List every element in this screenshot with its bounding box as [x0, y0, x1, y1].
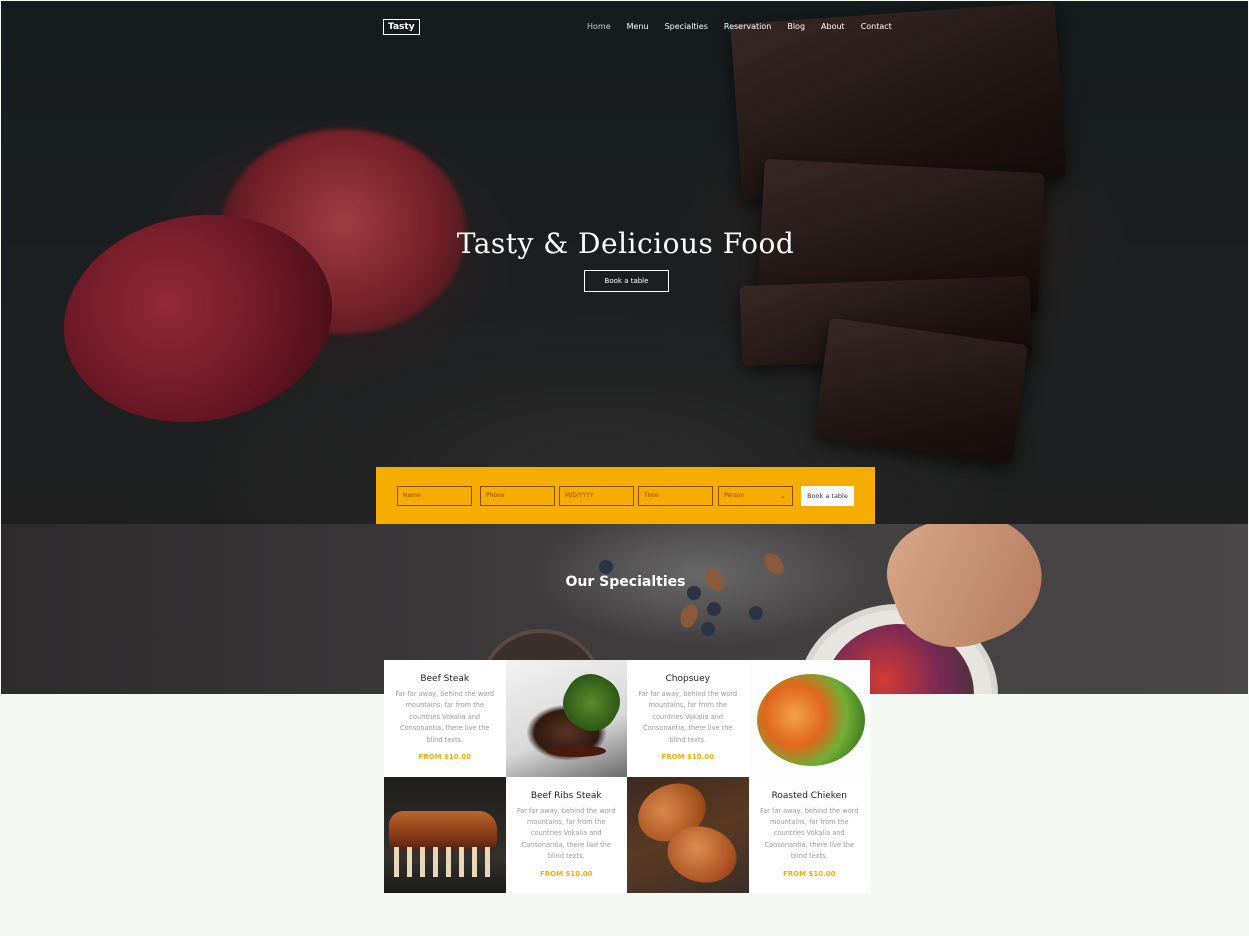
dish-price: FROM $10.00	[661, 753, 715, 762]
name-input[interactable]: Name	[397, 486, 472, 506]
nav-item-home[interactable]: Home	[587, 22, 611, 31]
nav-menu: Home Menu Specialties Reservation Blog A…	[587, 22, 908, 31]
dish-description: Far far away, behind the word mountains,…	[638, 690, 738, 744]
nav-item-contact[interactable]: Contact	[861, 22, 892, 31]
hero-book-table-button[interactable]: Book a table	[584, 270, 669, 292]
dish-name: Chopsuey	[665, 674, 710, 684]
nav-item-blog[interactable]: Blog	[787, 22, 805, 31]
blueberry-image	[701, 622, 715, 636]
specialty-card[interactable]: Beef Ribs Steak Far far away, behind the…	[505, 776, 627, 893]
dish-description: Far far away, behind the word mountains,…	[516, 806, 616, 861]
dish-price: FROM $10.00	[539, 869, 593, 878]
almond-image	[677, 601, 701, 631]
beef-ribs-image	[384, 776, 506, 893]
chevron-down-icon: ⌄	[780, 492, 786, 500]
person-select-label: Person	[724, 492, 745, 499]
blueberry-image	[707, 602, 721, 616]
person-select[interactable]: Person ⌄	[718, 486, 793, 506]
dish-description: Far far away, behind the word mountains,…	[395, 690, 495, 744]
book-table-submit-button[interactable]: Book a table	[801, 486, 854, 506]
nav-item-reservation[interactable]: Reservation	[724, 22, 771, 31]
site-logo[interactable]: Tasty	[383, 19, 420, 35]
nav-item-menu[interactable]: Menu	[627, 22, 649, 31]
time-input[interactable]: Time	[638, 486, 713, 506]
phone-input[interactable]: Phone	[480, 486, 555, 506]
chopsuey-image	[748, 660, 870, 777]
blueberry-image	[599, 560, 613, 574]
hero-overlay	[1, 1, 1248, 524]
dish-price: FROM $10.00	[418, 753, 472, 762]
specialties-grid: Beef Steak Far far away, behind the word…	[384, 660, 870, 893]
hero-section: Tasty Home Menu Specialties Reservation …	[1, 1, 1248, 524]
dish-name: Roasted Chieken	[771, 790, 847, 801]
dish-price: FROM $10.00	[782, 869, 836, 878]
specialty-card[interactable]: Chopsuey Far far away, behind the word m…	[627, 660, 749, 777]
booking-form: Name Phone M/D/YYYY Time Person ⌄ Book a…	[376, 467, 875, 524]
dish-name: Beef Steak	[420, 674, 470, 684]
hero-title: Tasty & Delicious Food	[456, 227, 795, 260]
dish-name: Beef Ribs Steak	[530, 790, 602, 801]
beef-steak-image	[505, 660, 627, 777]
nav-item-about[interactable]: About	[821, 22, 845, 31]
blueberry-image	[749, 606, 763, 620]
specialty-card[interactable]: Roasted Chieken Far far away, behind the…	[748, 776, 870, 893]
dish-description: Far far away, behind the word mountains,…	[759, 806, 859, 861]
specialties-title: Our Specialties	[565, 574, 686, 590]
date-input[interactable]: M/D/YYYY	[559, 486, 634, 506]
specialty-card[interactable]: Beef Steak Far far away, behind the word…	[384, 660, 506, 777]
nav-item-specialties[interactable]: Specialties	[665, 22, 708, 31]
top-navigation: Tasty Home Menu Specialties Reservation …	[1, 19, 1248, 39]
roasted-chicken-image	[627, 776, 749, 893]
